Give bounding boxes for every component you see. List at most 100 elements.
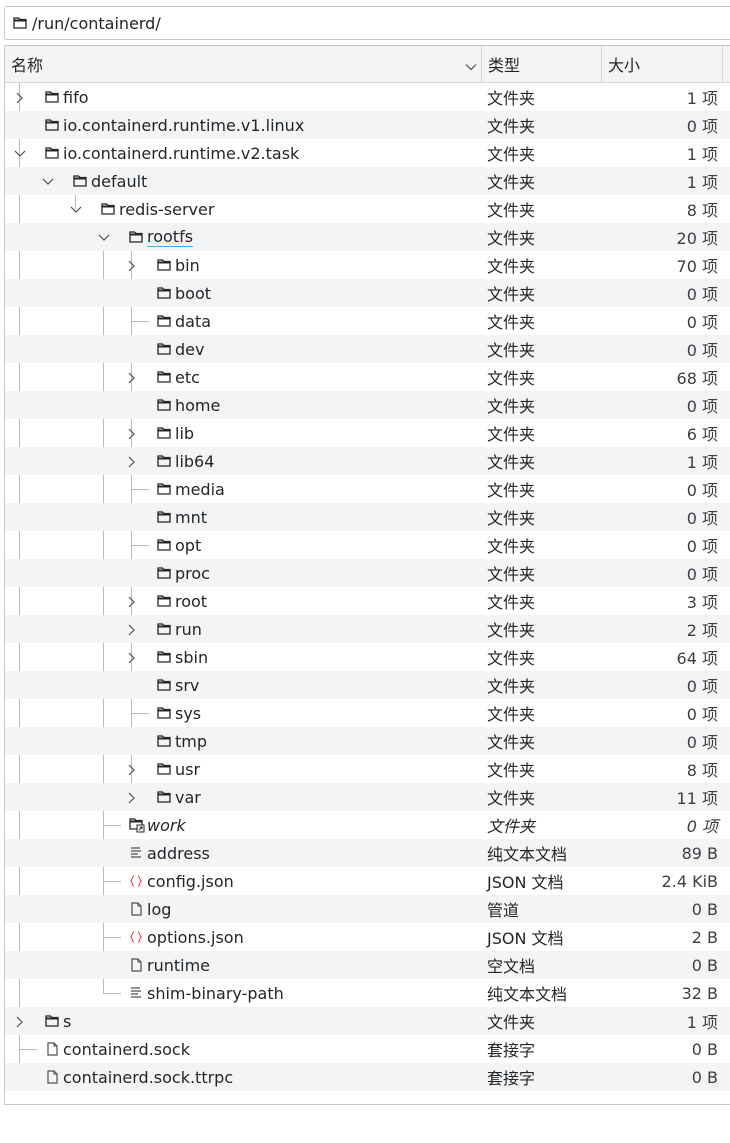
expand-down-icon[interactable] [97, 230, 111, 244]
name-cell: var [5, 783, 481, 811]
tree-row[interactable]: log 管道 0 B [5, 895, 730, 923]
tree-row[interactable]: io.containerd.runtime.v1.linux 文件夹 0 项 [5, 111, 730, 139]
tree-row[interactable]: lib 文件夹 6 项 [5, 419, 730, 447]
name-cell: sys [5, 699, 481, 727]
location-path[interactable]: /run/containerd/ [32, 14, 161, 33]
file-tree-view[interactable]: 名称 类型 大小 fifo 文件夹 1 项 io.containerd.runtime… [4, 45, 730, 1105]
expand-down-icon[interactable] [41, 174, 55, 188]
file-type: JSON 文档 [487, 873, 564, 892]
name-cell: s [5, 1007, 481, 1035]
expand-right-icon[interactable] [13, 90, 27, 104]
file-type: 文件夹 [487, 229, 536, 248]
tree-row[interactable]: rootfs 文件夹 20 项 [5, 223, 730, 251]
tree-row[interactable]: media 文件夹 0 项 [5, 475, 730, 503]
column-header-name[interactable]: 名称 [5, 46, 481, 82]
folder-icon [157, 761, 173, 777]
name-cell: proc [5, 559, 481, 587]
file-name: opt [175, 535, 202, 555]
tree-row[interactable]: srv 文件夹 0 项 [5, 671, 730, 699]
file-type: 文件夹 [487, 817, 536, 836]
tree-row[interactable]: address 纯文本文档 89 B [5, 839, 730, 867]
tree-row[interactable]: tmp 文件夹 0 项 [5, 727, 730, 755]
tree-row[interactable]: options.json JSON 文档 2 B [5, 923, 730, 951]
folder-icon [157, 733, 173, 749]
expand-right-icon[interactable] [125, 790, 139, 804]
file-size: 0 项 [686, 817, 718, 836]
file-name: containerd.sock.ttrpc [63, 1067, 234, 1087]
tree-row[interactable]: root 文件夹 3 项 [5, 587, 730, 615]
file-type: 文件夹 [487, 89, 536, 108]
tree-row[interactable]: shim-binary-path 纯文本文档 32 B [5, 979, 730, 1007]
file-size: 11 项 [676, 789, 718, 808]
file-size: 0 项 [686, 509, 718, 528]
name-cell: containerd.sock [5, 1035, 481, 1063]
folder-icon [45, 145, 61, 161]
tree-row[interactable]: run 文件夹 2 项 [5, 615, 730, 643]
expand-down-icon[interactable] [13, 146, 27, 160]
file-size: 1 项 [686, 89, 718, 108]
file-size: 0 项 [686, 705, 718, 724]
file-type: 文件夹 [487, 677, 536, 696]
tree-row[interactable]: default 文件夹 1 项 [5, 167, 730, 195]
tree-row[interactable]: home 文件夹 0 项 [5, 391, 730, 419]
file-name: etc [175, 367, 200, 387]
column-header-size[interactable]: 大小 [601, 46, 723, 82]
tree-row[interactable]: work 文件夹 0 项 [5, 811, 730, 839]
file-size: 20 项 [676, 229, 718, 248]
expand-right-icon[interactable] [125, 594, 139, 608]
expand-right-icon[interactable] [125, 258, 139, 272]
folder-icon [157, 705, 173, 721]
expand-right-icon[interactable] [13, 1014, 27, 1028]
tree-row[interactable]: var 文件夹 11 项 [5, 783, 730, 811]
file-name: tmp [175, 731, 208, 751]
tree-row[interactable]: bin 文件夹 70 项 [5, 251, 730, 279]
file-size: 0 B [691, 955, 718, 975]
folder-icon [157, 537, 173, 553]
file-name: home [175, 395, 221, 415]
file-size: 0 项 [686, 733, 718, 752]
tree-row[interactable]: s 文件夹 1 项 [5, 1007, 730, 1035]
tree-row[interactable]: lib64 文件夹 1 项 [5, 447, 730, 475]
tree-row[interactable]: sys 文件夹 0 项 [5, 699, 730, 727]
expand-down-icon[interactable] [69, 202, 83, 216]
file-icon [45, 1069, 61, 1085]
file-size: 68 项 [676, 369, 718, 388]
column-name-label: 名称 [11, 56, 44, 75]
tree-row[interactable]: io.containerd.runtime.v2.task 文件夹 1 项 [5, 139, 730, 167]
tree-row[interactable]: usr 文件夹 8 项 [5, 755, 730, 783]
file-size: 0 项 [686, 341, 718, 360]
tree-row[interactable]: sbin 文件夹 64 项 [5, 643, 730, 671]
tree-row[interactable]: etc 文件夹 68 项 [5, 363, 730, 391]
expand-right-icon[interactable] [125, 370, 139, 384]
expand-right-icon[interactable] [125, 454, 139, 468]
expand-right-icon[interactable] [125, 650, 139, 664]
tree-row[interactable]: data 文件夹 0 项 [5, 307, 730, 335]
location-bar[interactable]: /run/containerd/ [4, 6, 730, 40]
tree-row[interactable]: containerd.sock.ttrpc 套接字 0 B [5, 1063, 730, 1091]
file-type: 文件夹 [487, 341, 536, 360]
file-type: 纯文本文档 [487, 845, 568, 864]
folder-icon [45, 1013, 61, 1029]
tree-row[interactable]: mnt 文件夹 0 项 [5, 503, 730, 531]
tree-row[interactable]: proc 文件夹 0 项 [5, 559, 730, 587]
tree-row[interactable]: config.json JSON 文档 2.4 KiB [5, 867, 730, 895]
tree-row[interactable]: dev 文件夹 0 项 [5, 335, 730, 363]
tree-row[interactable]: opt 文件夹 0 项 [5, 531, 730, 559]
tree-row[interactable]: containerd.sock 套接字 0 B [5, 1035, 730, 1063]
tree-row[interactable]: boot 文件夹 0 项 [5, 279, 730, 307]
expand-right-icon[interactable] [125, 426, 139, 440]
tree-row[interactable]: fifo 文件夹 1 项 [5, 83, 730, 111]
folder-icon [157, 313, 173, 329]
tree-row[interactable]: runtime 空文档 0 B [5, 951, 730, 979]
name-cell: boot [5, 279, 481, 307]
text-file-icon [129, 985, 145, 1001]
expand-right-icon[interactable] [125, 622, 139, 636]
file-type: 文件夹 [487, 593, 536, 612]
expand-right-icon[interactable] [125, 762, 139, 776]
file-size: 0 B [691, 1039, 718, 1059]
folder-icon [157, 649, 173, 665]
column-header-type[interactable]: 类型 [481, 46, 601, 82]
file-type: 文件夹 [487, 173, 536, 192]
tree-row[interactable]: redis-server 文件夹 8 项 [5, 195, 730, 223]
file-name: default [91, 171, 148, 191]
